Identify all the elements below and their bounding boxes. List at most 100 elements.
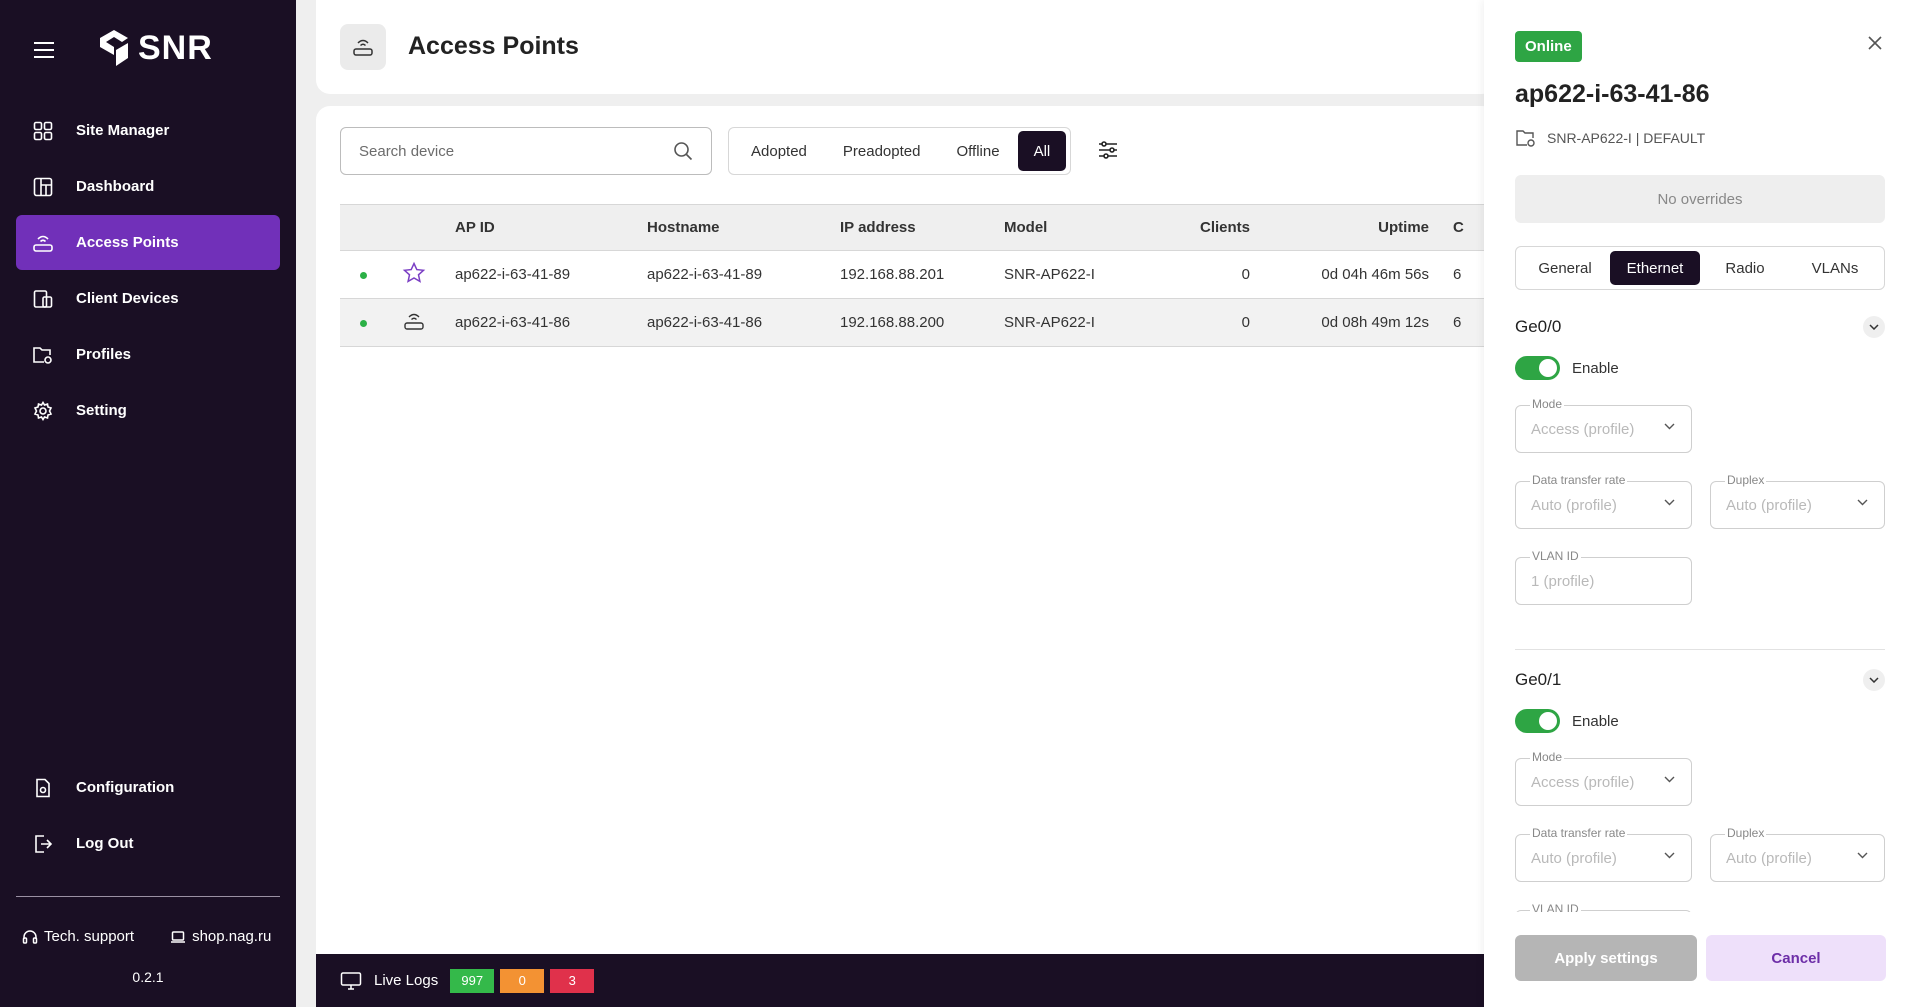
sidebar-item-site-manager[interactable]: Site Manager <box>16 103 280 158</box>
sidebar-item-access-points[interactable]: Access Points <box>16 215 280 270</box>
table-header-row: AP ID Hostname IP address Model Clients … <box>340 204 1520 251</box>
column-header-uptime[interactable]: Uptime <box>1250 204 1429 251</box>
sidebar-item-client-devices[interactable]: Client Devices <box>16 271 280 326</box>
sidebar-item-dashboard[interactable]: Dashboard <box>16 159 280 214</box>
folder-settings-icon <box>1516 130 1535 147</box>
hostname-cell: ap622-i-63-41-86 <box>647 298 840 347</box>
vlan-id-input[interactable]: VLAN ID 1 (profile) <box>1515 549 1692 605</box>
duplex-select[interactable]: Duplex Auto (profile) <box>1710 826 1885 882</box>
chevron-down-icon[interactable] <box>1863 316 1885 338</box>
column-header-ip-address[interactable]: IP address <box>840 204 1004 251</box>
field-label: Duplex <box>1725 473 1767 487</box>
sidebar-item-log-out[interactable]: Log Out <box>16 816 280 871</box>
tab-general[interactable]: General <box>1520 251 1610 285</box>
enable-toggle[interactable] <box>1515 709 1560 733</box>
chevron-down-icon <box>1664 423 1675 430</box>
column-header-clients[interactable]: Clients <box>1135 204 1250 251</box>
data-rate-select[interactable]: Data transfer rate Auto (profile) <box>1515 473 1692 529</box>
vlan-id-input[interactable]: VLAN ID <box>1515 902 1692 912</box>
access-point-icon <box>32 232 54 254</box>
chevron-down-icon <box>1664 852 1675 859</box>
log-count-info[interactable]: 997 <box>450 968 495 993</box>
status-filter-group: Adopted Preadopted Offline All <box>728 127 1072 175</box>
star-icon[interactable] <box>402 261 426 285</box>
enable-toggle[interactable] <box>1515 356 1560 380</box>
field-value: Access (profile) <box>1531 773 1635 791</box>
sidebar-links: Tech. support shop.nag.ru <box>22 928 271 945</box>
devices-icon <box>32 288 54 310</box>
field-label: VLAN ID <box>1530 549 1581 563</box>
shop-link[interactable]: shop.nag.ru <box>170 928 271 945</box>
sidebar-item-label: Access Points <box>76 234 179 251</box>
apply-settings-button[interactable]: Apply settings <box>1515 935 1697 981</box>
page-title: Access Points <box>408 32 579 60</box>
port-section-ge0-1: Ge0/1 Enable <box>1515 665 1885 733</box>
app-version: 0.2.1 <box>132 969 164 985</box>
page-header: Access Points <box>316 0 1496 94</box>
search-icon[interactable] <box>673 141 693 161</box>
ip-cell: 192.168.88.201 <box>840 250 1004 299</box>
monitor-icon <box>340 971 362 990</box>
search-input[interactable] <box>359 142 673 160</box>
field-label: Mode <box>1530 397 1565 411</box>
log-count-warning[interactable]: 0 <box>500 968 545 993</box>
column-header-ap-id[interactable]: AP ID <box>455 204 647 251</box>
grid-icon <box>32 120 54 142</box>
enable-label: Enable <box>1572 712 1619 730</box>
filter-adopted[interactable]: Adopted <box>733 131 825 171</box>
chevron-down-icon[interactable] <box>1863 669 1885 691</box>
cancel-button[interactable]: Cancel <box>1706 935 1886 981</box>
ap-id-cell: ap622-i-63-41-89 <box>455 250 647 299</box>
table-row[interactable]: ap622-i-63-41-86 ap622-i-63-41-86 192.16… <box>340 298 1520 347</box>
ap-id-cell: ap622-i-63-41-86 <box>455 298 647 347</box>
sidebar-item-configuration[interactable]: Configuration <box>16 760 280 815</box>
column-header-model[interactable]: Model <box>1004 204 1135 251</box>
data-rate-select[interactable]: Data transfer rate Auto (profile) <box>1515 826 1692 882</box>
sidebar-item-profiles[interactable]: Profiles <box>16 327 280 382</box>
tab-vlans[interactable]: VLANs <box>1790 251 1880 285</box>
table-row[interactable]: ap622-i-63-41-89 ap622-i-63-41-89 192.16… <box>340 250 1520 299</box>
sidebar-item-label: Client Devices <box>76 290 179 307</box>
sidebar-item-label: Profiles <box>76 346 132 363</box>
live-logs-label: Live Logs <box>374 972 439 989</box>
device-model-line: SNR-AP622-I | DEFAULT <box>1515 128 1705 148</box>
status-cell <box>340 250 388 299</box>
log-count-error[interactable]: 3 <box>550 968 595 993</box>
panel-actions: Apply settings Cancel <box>1515 935 1886 981</box>
online-status-dot <box>360 320 367 327</box>
sidebar-item-label: Dashboard <box>76 178 155 195</box>
field-value: Auto (profile) <box>1531 849 1617 867</box>
field-value: 1 (profile) <box>1531 572 1595 590</box>
tab-radio[interactable]: Radio <box>1700 251 1790 285</box>
folder-settings-icon <box>32 344 54 366</box>
field-label: Mode <box>1530 750 1565 764</box>
search-box <box>340 127 712 175</box>
field-label: Data transfer rate <box>1530 473 1628 487</box>
column-header-status <box>340 204 388 251</box>
sidebar-item-setting[interactable]: Setting <box>16 383 280 438</box>
menu-icon[interactable] <box>34 42 54 58</box>
shop-label: shop.nag.ru <box>192 928 272 945</box>
headset-icon <box>22 929 38 944</box>
sidebar-item-label: Log Out <box>76 835 134 852</box>
model-cell: SNR-AP622-I <box>1004 250 1135 299</box>
filter-all[interactable]: All <box>1017 131 1067 171</box>
tech-support-link[interactable]: Tech. support <box>22 928 134 945</box>
mode-select[interactable]: Mode Access (profile) <box>1515 750 1692 806</box>
device-name: ap622-i-63-41-86 <box>1515 80 1710 108</box>
filter-offline[interactable]: Offline <box>938 131 1017 171</box>
duplex-select[interactable]: Duplex Auto (profile) <box>1710 473 1885 529</box>
mode-select[interactable]: Mode Access (profile) <box>1515 397 1692 453</box>
column-header-hostname[interactable]: Hostname <box>647 204 840 251</box>
type-cell <box>388 298 455 347</box>
tab-ethernet[interactable]: Ethernet <box>1610 251 1700 285</box>
filter-preadopted[interactable]: Preadopted <box>825 131 939 171</box>
field-value: Auto (profile) <box>1726 496 1812 514</box>
dashboard-icon <box>32 176 54 198</box>
clients-cell: 0 <box>1135 250 1250 299</box>
live-logs-bar[interactable]: Live Logs 997 0 3 <box>316 954 1496 1007</box>
sliders-icon[interactable] <box>1096 138 1120 162</box>
devices-panel: Adopted Preadopted Offline All AP ID Hos… <box>316 106 1520 954</box>
ethernet-settings: Ge0/0 Enable Mode Access (profile) Data … <box>1484 300 1905 912</box>
close-icon[interactable] <box>1866 34 1884 52</box>
